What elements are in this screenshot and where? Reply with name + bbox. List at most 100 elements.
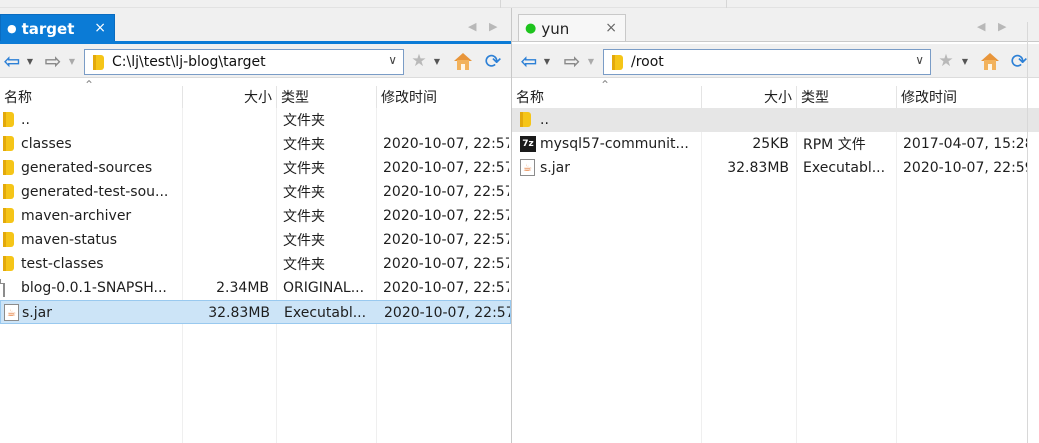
file-row[interactable]: generated-sources 文件夹 2020-10-07, 22:57 xyxy=(0,156,511,180)
file-row[interactable]: generated-test-sou... 文件夹 2020-10-07, 22:5… xyxy=(0,180,511,204)
path-combobox[interactable]: C:\lj\test\lj-blog\target ∨ xyxy=(84,49,404,75)
file-modified: 2020-10-07, 22:57 xyxy=(383,160,509,176)
header-size[interactable]: 大小 xyxy=(183,86,277,108)
file-name: maven-status xyxy=(21,232,118,248)
bookmark-dropdown-icon[interactable]: ▼ xyxy=(431,52,443,70)
path-toolbar: ⇦ ▼ ⇨ ▼ /root ∨ ★ ▼ ⟳ xyxy=(512,44,1039,78)
chevron-down-icon[interactable]: ∨ xyxy=(915,53,924,67)
file-row[interactable]: maven-archiver 文件夹 2020-10-07, 22:57 xyxy=(0,204,511,228)
file-row[interactable]: test-classes 文件夹 2020-10-07, 22:57 xyxy=(0,252,511,276)
folder-icon xyxy=(3,112,14,127)
forward-dropdown-icon[interactable]: ▼ xyxy=(585,52,597,70)
file-size xyxy=(183,108,269,132)
file-row[interactable]: .. 文件夹 xyxy=(0,108,511,132)
file-name: classes xyxy=(21,136,72,152)
header-type[interactable]: 类型 xyxy=(797,86,897,108)
file-list: .. 文件夹 classes 文件夹 2020-10-07, 22:57 generate… xyxy=(0,108,511,443)
header-name[interactable]: ⌃ 名称 xyxy=(0,78,183,108)
file-modified: 2020-10-07, 22:57 xyxy=(383,256,509,272)
home-icon[interactable] xyxy=(980,52,1000,70)
close-tab-icon[interactable]: × xyxy=(605,20,617,36)
file-modified: 2020-10-07, 22:57 xyxy=(383,280,509,296)
file-modified: 2020-10-07, 22:57 xyxy=(383,184,509,200)
bookmark-star-icon[interactable]: ★ xyxy=(936,51,956,71)
back-arrow-icon[interactable]: ⇦ xyxy=(2,51,22,71)
file-size xyxy=(183,228,269,252)
sort-ascending-icon: ⌃ xyxy=(600,78,611,92)
file-size xyxy=(183,180,269,204)
file-size xyxy=(183,132,269,156)
header-modified[interactable]: 修改时间 xyxy=(897,86,1028,108)
tab-target[interactable]: ● target × xyxy=(0,14,115,42)
file-row[interactable]: .. xyxy=(512,108,1039,132)
file-modified: 2020-10-07, 22:57 xyxy=(383,232,509,248)
back-arrow-icon[interactable]: ⇦ xyxy=(519,51,539,71)
file-row[interactable]: ☕ s.jar 32.83MB Executabl... 2020-10-07, 22:… xyxy=(0,300,511,324)
path-combobox[interactable]: /root ∨ xyxy=(603,49,931,75)
file-modified xyxy=(383,108,509,132)
tab-scroll-left-icon[interactable]: ◀ xyxy=(468,20,476,33)
folder-icon xyxy=(520,112,531,127)
column-header: ⌃ 名称 大小 类型 修改时间 xyxy=(512,78,1039,108)
file-name: generated-sources xyxy=(21,160,153,176)
file-row[interactable]: classes 文件夹 2020-10-07, 22:57 xyxy=(0,132,511,156)
file-type xyxy=(803,108,895,132)
file-type: Executabl... xyxy=(803,160,886,176)
folder-icon xyxy=(3,160,14,175)
tab-status-dot: ● xyxy=(7,22,17,35)
file-name: .. xyxy=(21,112,30,128)
header-name[interactable]: ⌃ 名称 xyxy=(512,78,702,108)
file-size xyxy=(702,108,789,132)
back-dropdown-icon[interactable]: ▼ xyxy=(541,52,553,70)
path-text[interactable]: C:\lj\test\lj-blog\target xyxy=(112,54,266,70)
file-row[interactable]: blog-0.0.1-SNAPSH... 2.34MB ORIGINAL... 202… xyxy=(0,276,511,300)
forward-arrow-icon[interactable]: ⇨ xyxy=(42,51,64,71)
bookmark-star-icon[interactable]: ★ xyxy=(409,51,429,71)
file-type: 文件夹 xyxy=(283,113,325,129)
tab-scroll-right-icon[interactable]: ▶ xyxy=(489,20,497,33)
file-name: mysql57-communit... xyxy=(540,136,689,152)
file-name: s.jar xyxy=(540,160,570,176)
file-size xyxy=(183,204,269,228)
file-size: 32.83MB xyxy=(208,305,270,321)
file-name: maven-archiver xyxy=(21,208,132,224)
file-type: Executabl... xyxy=(284,305,367,321)
file-row[interactable]: ☕ s.jar 32.83MB Executabl... 2020-10-07, 22:… xyxy=(512,156,1039,180)
file-modified: 2017-04-07, 15:28 xyxy=(903,136,1028,152)
file-type: 文件夹 xyxy=(283,161,325,177)
file-size xyxy=(183,156,269,180)
tab-yun[interactable]: ● yun × xyxy=(518,14,626,42)
folder-icon xyxy=(93,54,104,70)
close-tab-icon[interactable]: × xyxy=(94,20,106,36)
header-size[interactable]: 大小 xyxy=(702,86,797,108)
file-type: 文件夹 xyxy=(283,137,325,153)
folder-icon xyxy=(3,208,14,223)
tab-bar: ● target × ◀ ▶ xyxy=(0,8,511,42)
file-list: .. 7z mysql57-communit... 25KB RPM 文件 2017-04… xyxy=(512,108,1039,443)
home-icon[interactable] xyxy=(453,52,473,70)
bookmark-dropdown-icon[interactable]: ▼ xyxy=(959,52,971,70)
tab-scroll-right-icon[interactable]: ▶ xyxy=(998,20,1006,33)
refresh-icon[interactable]: ⟳ xyxy=(482,49,504,73)
forward-arrow-icon[interactable]: ⇨ xyxy=(561,51,583,71)
folder-icon xyxy=(3,256,14,271)
folder-icon xyxy=(612,54,623,70)
file-name: s.jar xyxy=(22,305,52,321)
path-toolbar: ⇦ ▼ ⇨ ▼ C:\lj\test\lj-blog\target ∨ ★ ▼ … xyxy=(0,44,511,78)
file-name: test-classes xyxy=(21,256,104,272)
file-size: 32.83MB xyxy=(727,160,789,176)
path-text[interactable]: /root xyxy=(631,54,664,70)
tab-scroll-left-icon[interactable]: ◀ xyxy=(977,20,985,33)
forward-dropdown-icon[interactable]: ▼ xyxy=(66,52,78,70)
jar-icon: ☕ xyxy=(4,304,19,321)
back-dropdown-icon[interactable]: ▼ xyxy=(24,52,36,70)
header-modified[interactable]: 修改时间 xyxy=(377,86,511,108)
folder-icon xyxy=(3,184,14,199)
file-row[interactable]: maven-status 文件夹 2020-10-07, 22:57 xyxy=(0,228,511,252)
file-type: 文件夹 xyxy=(283,257,325,273)
header-type[interactable]: 类型 xyxy=(277,86,377,108)
chevron-down-icon[interactable]: ∨ xyxy=(388,53,397,67)
file-row[interactable]: 7z mysql57-communit... 25KB RPM 文件 2017-04-0… xyxy=(512,132,1039,156)
file-modified xyxy=(903,108,1028,132)
sort-ascending-icon: ⌃ xyxy=(84,78,95,92)
